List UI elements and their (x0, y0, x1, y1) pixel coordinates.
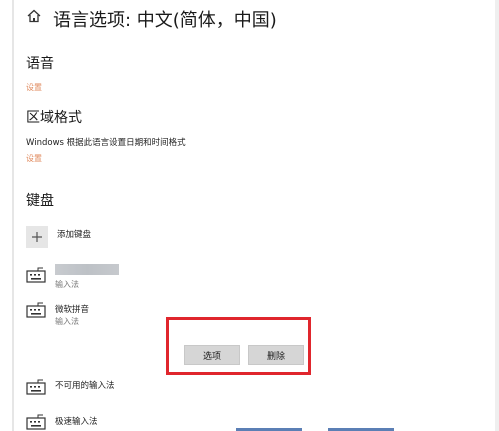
options-button[interactable]: 选项 (184, 345, 240, 365)
keyboard-heading: 键盘 (26, 193, 54, 209)
home-icon[interactable] (26, 8, 42, 24)
window-right-edge (495, 0, 499, 431)
speech-settings-link[interactable]: 设置 (26, 82, 42, 93)
region-description: Windows 根据此语言设置日期和时间格式 (26, 138, 186, 148)
keyboard-item-type: 输入法 (55, 280, 79, 289)
region-settings-link[interactable]: 设置 (26, 153, 42, 164)
add-keyboard-label[interactable]: 添加键盘 (57, 228, 91, 240)
plus-icon (32, 232, 42, 242)
keyboard-icon (26, 302, 46, 318)
keyboard-item-name[interactable]: 不可用的输入法 (55, 379, 115, 391)
speech-heading: 语音 (26, 56, 54, 72)
add-keyboard-button[interactable] (26, 226, 48, 248)
keyboard-item-name-redacted[interactable] (55, 264, 119, 275)
keyboard-icon (26, 267, 46, 283)
remove-button[interactable]: 删除 (248, 345, 304, 365)
window-left-edge (12, 0, 14, 431)
region-heading: 区域格式 (26, 110, 82, 126)
page-title: 语言选项: 中文(简体，中国) (53, 10, 277, 31)
keyboard-item-type: 输入法 (55, 317, 79, 326)
keyboard-item-name[interactable]: 极速输入法 (55, 415, 98, 427)
keyboard-icon (26, 414, 46, 430)
keyboard-item-name[interactable]: 微软拼音 (55, 303, 89, 315)
keyboard-icon (26, 379, 46, 395)
